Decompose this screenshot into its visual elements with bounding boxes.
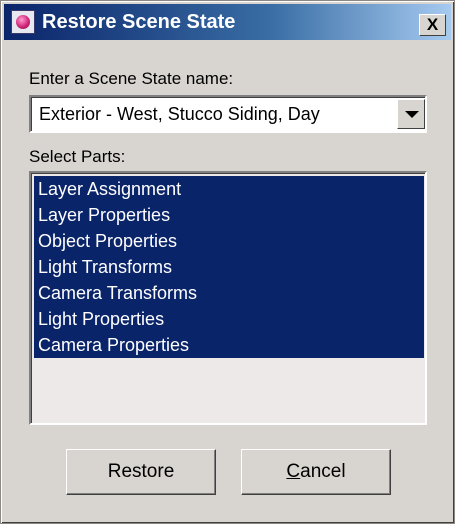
chevron-down-icon[interactable] <box>397 99 425 129</box>
restore-scene-state-dialog: Restore Scene State X Enter a Scene Stat… <box>0 0 455 524</box>
select-parts-label: Select Parts: <box>29 147 126 166</box>
window-title: Restore Scene State <box>42 11 236 33</box>
cancel-button[interactable]: Cancel <box>241 449 391 495</box>
parts-list: Layer Assignment Layer Properties Object… <box>34 176 424 358</box>
list-item[interactable]: Camera Transforms <box>34 280 424 306</box>
restore-button[interactable]: Restore <box>66 449 216 495</box>
close-button[interactable]: X <box>419 14 446 36</box>
list-item[interactable]: Layer Assignment <box>34 176 424 202</box>
list-item[interactable]: Camera Properties <box>34 332 424 358</box>
title-bar[interactable]: Restore Scene State X <box>4 4 451 40</box>
list-item[interactable]: Object Properties <box>34 228 424 254</box>
scene-state-dropdown[interactable]: Exterior - West, Stucco Siding, Day <box>29 95 427 133</box>
scene-state-label: Enter a Scene State name: <box>29 69 234 88</box>
app-icon <box>11 10 35 34</box>
list-item[interactable]: Light Properties <box>34 306 424 332</box>
list-item[interactable]: Layer Properties <box>34 202 424 228</box>
cancel-mnemonic: C <box>286 461 301 482</box>
list-item[interactable]: Light Transforms <box>34 254 424 280</box>
scene-state-value: Exterior - West, Stucco Siding, Day <box>39 104 320 124</box>
parts-listbox[interactable]: Layer Assignment Layer Properties Object… <box>29 171 427 425</box>
cancel-label-rest: ancel <box>300 461 346 482</box>
